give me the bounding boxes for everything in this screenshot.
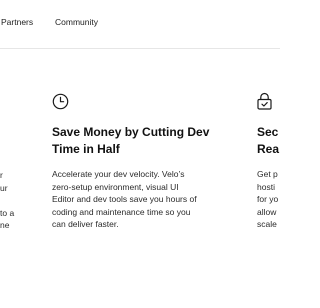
feature-card-left-fragment: r ur to a ne (0, 169, 16, 279)
feature-card-right-fragment: Sec Rea Get p hosti for yo allow scale (257, 89, 287, 279)
right-card-title-line-2: Rea (257, 142, 280, 156)
card-desc-line-1: Accelerate your dev velocity. Velo’s (52, 169, 185, 179)
card-title-line-1: Save Money by Cutting Dev (52, 125, 210, 139)
card-title-line-2: Time in Half (52, 142, 120, 156)
card-desc-line-2: zero-setup environment, visual UI (52, 181, 179, 192)
clock-icon (52, 93, 69, 115)
right-card-desc-line-3: for yo (257, 194, 279, 205)
right-card-title-line-1: Sec (257, 125, 279, 139)
nav-link-community[interactable]: Community (55, 17, 98, 27)
right-card-desc-line-4: allow (257, 206, 277, 217)
lock-icon (257, 92, 272, 115)
right-card-desc-line-5: scale (257, 219, 277, 230)
card-desc-line-5: can deliver faster. (52, 219, 119, 230)
card-desc-line-4: coding and maintenance time so you (52, 206, 191, 217)
left-card-desc-line-5: ne (0, 220, 10, 231)
nav-link-partners[interactable]: Partners (1, 17, 33, 27)
features-section: r ur to a ne Save Money by Cutting Dev T… (0, 49, 280, 308)
right-card-desc-line-1: Get p (257, 169, 278, 179)
left-card-desc-line-1: r (0, 170, 3, 180)
left-card-desc-line-4: to a (0, 207, 15, 218)
card-desc-line-3: Editor and dev tools save you hours of (52, 194, 197, 205)
left-card-desc-line-2: ur (0, 182, 8, 193)
top-nav-bar: Partners Community (0, 0, 280, 49)
right-card-desc-line-2: hosti (257, 181, 275, 192)
